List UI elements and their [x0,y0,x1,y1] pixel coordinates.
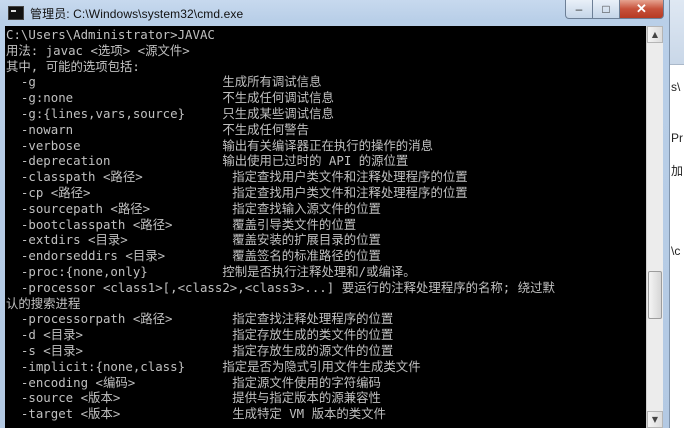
console-output[interactable]: C:\Users\Administrator>JAVAC 用法: javac <选… [5,26,646,428]
scroll-thumb[interactable] [648,271,662,319]
background-text-fragment: 加 [671,164,684,178]
scroll-down-icon[interactable]: ▼ [647,411,663,428]
title-bar[interactable]: 管理员: C:\Windows\system32\cmd.exe – □ ✕ [0,0,670,26]
minimize-button[interactable]: – [565,0,593,19]
background-text-fragment: \c [671,244,681,258]
console-line: -cp <路径> 指定查找用户类文件和注释处理程序的位置 [6,184,468,200]
console-line: -deprecation 输出使用已过时的 API 的源位置 [6,153,409,169]
cmd-window: 管理员: C:\Windows\system32\cmd.exe – □ ✕ C… [0,0,670,428]
console-line: C:\Users\Administrator>JAVAC [6,27,215,42]
console-line: -verbose 输出有关编译器正在执行的操作的消息 [6,137,433,153]
background-window-edge[interactable]: s\ Pr 加 \c [670,0,684,428]
cmd-icon[interactable] [8,6,24,20]
console-line: -source <版本> 提供与指定版本的源兼容性 [6,390,381,406]
console-line: -proc:{none,only} 控制是否执行注释处理和/或编译。 [6,263,416,279]
background-text-fragment: Pr [671,131,683,145]
console-line: -classpath <路径> 指定查找用户类文件和注释处理程序的位置 [6,169,468,185]
console-line: -endorseddirs <目录> 覆盖签名的标准路径的位置 [6,248,381,264]
console-line: -g 生成所有调试信息 [6,74,322,90]
console-line: -encoding <编码> 指定源文件使用的字符编码 [6,374,381,390]
background-text-fragment: s\ [671,80,681,94]
console-line: 认的搜索进程 [6,295,81,311]
console-line: -sourcepath <路径> 指定查找输入源文件的位置 [6,200,381,216]
console-line: -bootclasspath <路径> 覆盖引导类文件的位置 [6,216,357,232]
console-line: 其中, 可能的选项包括: [6,58,140,74]
window-title: 管理员: C:\Windows\system32\cmd.exe [30,6,244,21]
scroll-up-icon[interactable]: ▲ [647,26,663,43]
console-line: -nowarn 不生成任何警告 [6,121,310,137]
console-line: -d <目录> 指定存放生成的类文件的位置 [6,327,394,343]
console-line: -implicit:{none,class} 指定是否为隐式引用文件生成类文件 [6,358,421,374]
background-window-header [670,0,684,65]
maximize-button[interactable]: □ [593,0,620,19]
console-line: -g:{lines,vars,source} 只生成某些调试信息 [6,105,334,121]
console-lines: C:\Users\Administrator>JAVAC 用法: javac <选… [5,26,646,422]
close-button[interactable]: ✕ [620,0,664,19]
console-line: -extdirs <目录> 覆盖安装的扩展目录的位置 [6,232,381,248]
console-line: -target <版本> 生成特定 VM 版本的类文件 [6,406,386,422]
console-line: 用法: javac <选项> <源文件> [6,42,190,58]
window-controls: – □ ✕ [565,0,664,20]
console-line: -s <目录> 指定存放生成的源文件的位置 [6,342,394,358]
console-line: -g:none 不生成任何调试信息 [6,90,334,106]
console-line: -processor <class1>[,<class2>,<class3>..… [6,279,555,295]
console-line: -processorpath <路径> 指定查找注释处理程序的位置 [6,311,394,327]
vertical-scrollbar[interactable]: ▲ ▼ [646,26,663,428]
